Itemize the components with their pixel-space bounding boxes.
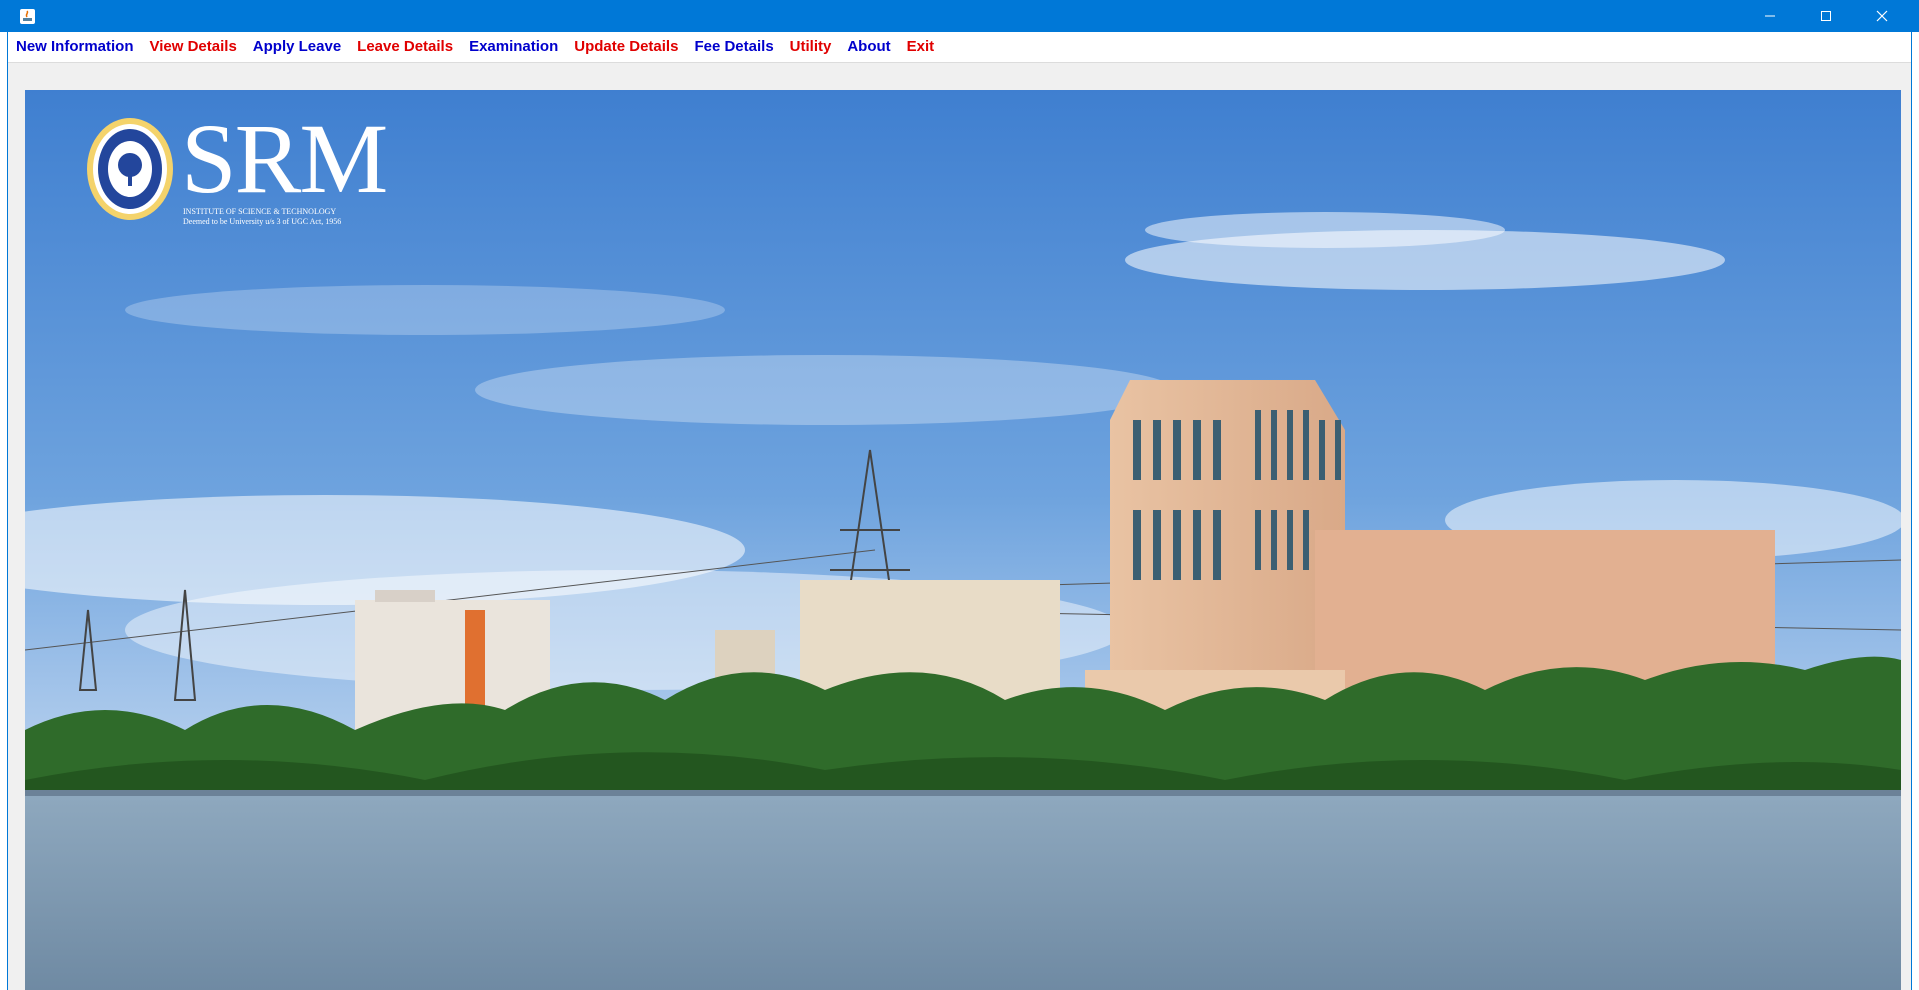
minimize-button[interactable]: [1742, 0, 1798, 32]
menu-leave-details[interactable]: Leave Details: [349, 32, 461, 62]
maximize-button[interactable]: [1798, 0, 1854, 32]
menu-about[interactable]: About: [839, 32, 898, 62]
menu-view-details[interactable]: View Details: [142, 32, 245, 62]
menu-examination[interactable]: Examination: [461, 32, 566, 62]
srm-logo: SRM INSTITUTE OF SCIENCE & TECHNOLOGY De…: [85, 109, 388, 227]
menu-bar: New Information View Details Apply Leave…: [8, 32, 1911, 63]
srm-seal-icon: [87, 118, 173, 220]
logo-subtitle: INSTITUTE OF SCIENCE & TECHNOLOGY Deemed…: [183, 207, 341, 227]
menu-apply-leave[interactable]: Apply Leave: [245, 32, 349, 62]
java-app-icon: [20, 9, 35, 24]
logo-text: SRM: [181, 103, 388, 214]
close-button[interactable]: [1854, 0, 1910, 32]
window-frame-right: [1911, 32, 1919, 990]
window-border-right: [1911, 32, 1912, 990]
menu-new-information[interactable]: New Information: [8, 32, 142, 62]
menu-exit[interactable]: Exit: [899, 32, 943, 62]
menu-fee-details[interactable]: Fee Details: [686, 32, 781, 62]
maximize-icon: [1821, 11, 1831, 21]
title-bar: [0, 0, 1919, 32]
minimize-icon: [1765, 15, 1775, 17]
menu-utility[interactable]: Utility: [782, 32, 840, 62]
menu-update-details[interactable]: Update Details: [566, 32, 686, 62]
logo-subtitle-line1: INSTITUTE OF SCIENCE & TECHNOLOGY: [183, 207, 337, 216]
close-icon: [1876, 10, 1888, 22]
logo-subtitle-line2: Deemed to be University u/s 3 of UGC Act…: [183, 217, 342, 226]
